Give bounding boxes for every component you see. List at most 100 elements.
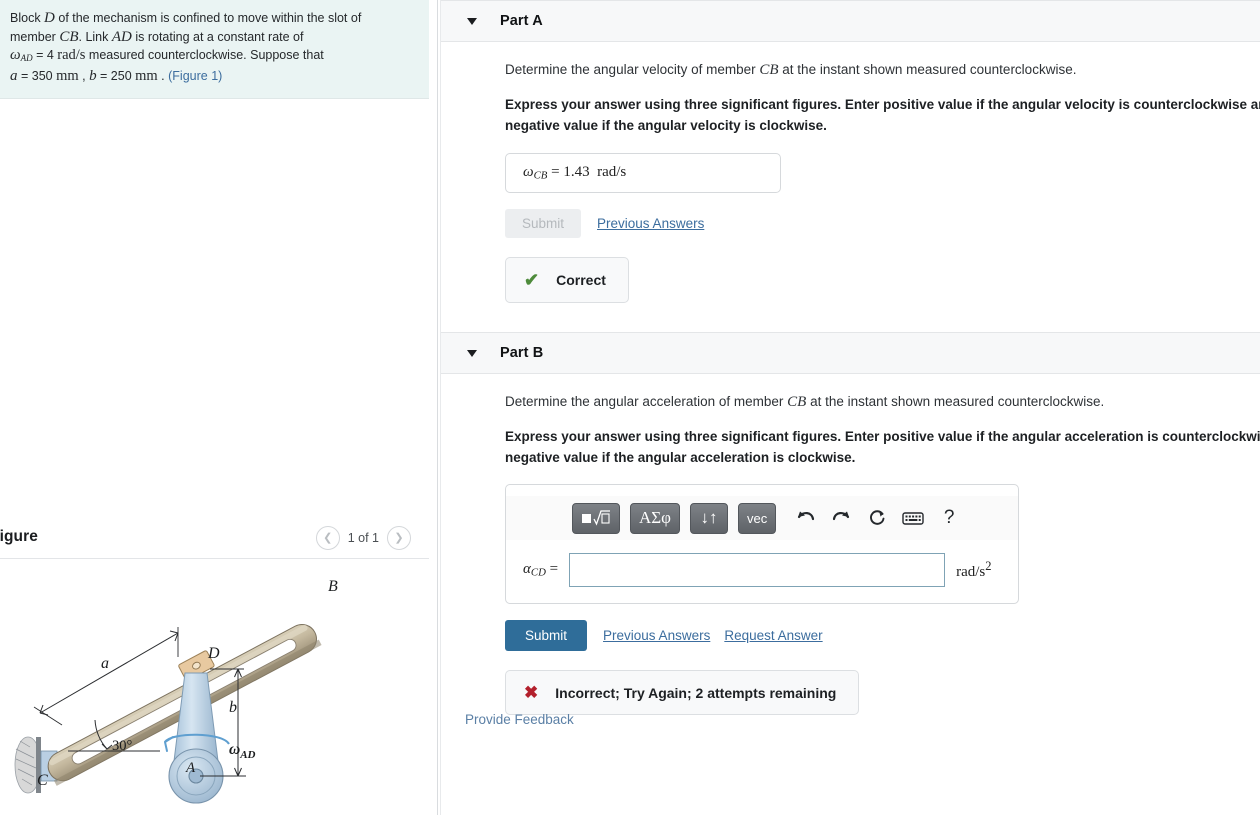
part-a-submit-button[interactable]: Submit [505, 209, 582, 238]
part-a-answer-value: 1.43 [563, 164, 590, 181]
problem-b-units: mm [135, 68, 158, 85]
part-b-previous-answers-link[interactable]: Previous Answers [603, 628, 710, 643]
part-a-previous-answers-link[interactable]: Previous Answers [597, 216, 704, 231]
problem-a-symbol: a [10, 68, 18, 85]
figure-label-omega-sub: AD [239, 749, 255, 761]
part-a-header[interactable]: Part A [441, 0, 1260, 42]
problem-a-units: mm [56, 68, 79, 85]
problem-period: . [157, 69, 169, 84]
part-a-answer-equals: = [547, 164, 564, 181]
part-b-question-var: CB [787, 394, 807, 410]
part-a-feedback-text: Correct [556, 272, 606, 288]
undo-icon[interactable] [792, 505, 818, 531]
problem-line1-post: of the mechanism is confined to move wit… [54, 11, 362, 25]
problem-line2-post: is rotating at a constant rate of [131, 29, 304, 44]
sqrt-glyph-icon [582, 509, 610, 526]
problem-line2-pre: member [10, 29, 60, 44]
problem-line3-rest: measured counterclockwise. Suppose that [85, 48, 324, 62]
reset-icon[interactable] [864, 505, 890, 531]
column-divider [437, 0, 438, 815]
part-a-answer-subscript: CB [533, 169, 548, 182]
part-a-body: Determine the angular velocity of member… [441, 42, 1260, 303]
caret-down-icon[interactable] [467, 349, 477, 357]
figure-1-link[interactable]: (Figure 1) [168, 69, 222, 83]
part-b-input-units: rad/s2 [956, 559, 991, 581]
provide-feedback-link[interactable]: Provide Feedback [465, 712, 574, 727]
problem-var-AD: AD [111, 28, 132, 45]
part-b-header[interactable]: Part B [441, 332, 1260, 374]
part-b-answer-input[interactable] [569, 553, 946, 587]
part-a-question-var: CB [759, 62, 779, 78]
part-b-question-pre: Determine the angular acceleration of me… [505, 394, 788, 409]
part-a-question: Determine the angular velocity of member… [505, 42, 1260, 80]
problem-comma: , [78, 69, 90, 84]
part-b-submit-button[interactable]: Submit [505, 620, 588, 651]
figure-label-b: b [229, 699, 237, 716]
mechanism-figure[interactable]: a b 30° B C D A ωAD [0, 565, 429, 815]
problem-omega-units: rad/s [57, 47, 86, 63]
math-toolbar: ΑΣφ ↓↑ vec ? [506, 496, 1018, 540]
part-b-units-base: rad/s [956, 564, 986, 580]
part-a-actions: Submit Previous Answers [505, 209, 1260, 238]
problem-b-value: = 250 [96, 69, 136, 84]
figure-label-D: D [207, 645, 220, 662]
redo-icon[interactable] [828, 505, 854, 531]
part-a-feedback: ✔ Correct [505, 257, 629, 303]
problem-a-value: = 350 [17, 69, 57, 84]
part-a-question-pre: Determine the angular velocity of member [505, 62, 760, 77]
left-panel: Block D of the mechanism is confined to … [0, 0, 429, 815]
vector-button[interactable]: vec [737, 502, 777, 534]
problem-line1-pre: Block [10, 11, 45, 25]
part-a-answer-units: rad/s [597, 164, 627, 181]
figure-panel-header: Figure ❮ 1 of 1 ❯ [0, 520, 429, 559]
help-icon[interactable]: ? [936, 505, 962, 531]
cross-icon: ✖ [524, 683, 539, 702]
part-b-feedback-text: Incorrect; Try Again; 2 attempts remaini… [555, 684, 837, 701]
template-sqrt-button[interactable] [572, 502, 620, 534]
figure-label-C: C [37, 772, 48, 789]
problem-statement: Block D of the mechanism is confined to … [0, 0, 429, 99]
chevron-left-icon: ❮ [323, 531, 333, 544]
part-b-feedback: ✖ Incorrect; Try Again; 2 attempts remai… [505, 670, 860, 715]
chevron-right-icon: ❯ [394, 531, 404, 544]
problem-b-symbol: b [89, 68, 97, 85]
figure-label-a: a [101, 655, 109, 672]
figure-label-angle: 30° [112, 738, 133, 754]
figure-prev-button[interactable]: ❮ [315, 526, 340, 550]
part-b-units-exponent: 2 [985, 559, 992, 573]
check-icon: ✔ [524, 270, 540, 290]
mechanism-svg: a b 30° B C D A ωAD [14, 578, 338, 804]
part-a-title: Part A [500, 13, 543, 29]
part-b-title: Part B [500, 345, 544, 361]
problem-line2-mid: . Link [78, 29, 112, 44]
problem-var-CB: CB [59, 28, 79, 45]
part-b-input-label: αCD = [523, 561, 558, 578]
part-b-input-row: αCD = rad/s2 [506, 553, 1018, 587]
part-a-answer-display[interactable]: ωCB = 1.43 rad/s [505, 153, 781, 193]
figure-panel-title: Figure [0, 528, 38, 545]
figure-next-button[interactable]: ❯ [387, 526, 411, 550]
part-b-instruction: Express your answer using three signific… [505, 429, 1260, 465]
part-b-actions: Submit Previous Answers Request Answer [505, 620, 1260, 651]
answer-panel: Part A Determine the angular velocity of… [441, 0, 1260, 815]
figure-page-label: 1 of 1 [347, 531, 379, 545]
part-b-question: Determine the angular acceleration of me… [505, 374, 1260, 412]
problem-page: Block D of the mechanism is confined to … [0, 0, 1260, 815]
arrows-button[interactable]: ↓↑ [689, 502, 728, 534]
caret-down-icon[interactable] [467, 17, 477, 25]
part-a-answer-expression: ωCB = 1.43 rad/s [523, 164, 626, 181]
part-a-answer-symbol: ω [523, 164, 534, 181]
problem-omega-value: = 4 [32, 48, 58, 62]
part-b-input-equals: = [545, 561, 559, 578]
problem-omega-subscript: AD [20, 52, 33, 63]
part-b-request-answer-link[interactable]: Request Answer [724, 628, 822, 643]
part-b-input-symbol: α [523, 561, 531, 578]
part-b-answer-panel: ΑΣφ ↓↑ vec ? αCD = rad/s2 [505, 484, 1019, 604]
problem-var-D: D [44, 10, 55, 26]
problem-omega-symbol: ω [10, 47, 21, 63]
figure-pager: ❮ 1 of 1 ❯ [315, 526, 411, 550]
greek-letters-button[interactable]: ΑΣφ [630, 502, 680, 534]
figure-label-omega: ωAD [229, 741, 256, 761]
figure-label-B: B [328, 578, 338, 595]
keyboard-icon[interactable] [900, 505, 926, 531]
